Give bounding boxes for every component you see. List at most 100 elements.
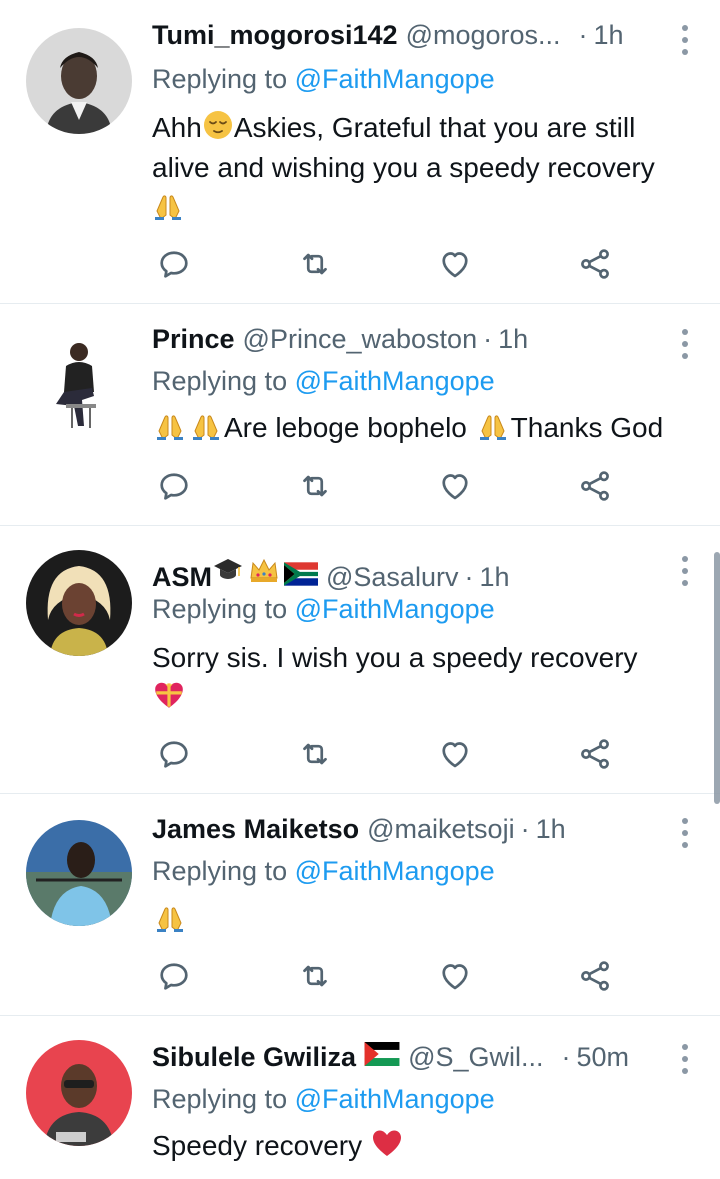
tweet-text-part: Are leboge bophelo [224,412,467,443]
avatar[interactable] [26,28,132,134]
separator-dot: · [464,562,474,590]
tweet-text: Ahh Askies, Grateful that you are still a… [152,108,692,228]
tweet-card[interactable]: ASM @Sasalurv · 1h Replying to @FaithMan… [0,526,720,794]
tweet-header: James Maiketso @maiketsoji · 1h [152,814,666,850]
tweet-actions [152,468,632,504]
tweet-text-part: Ahh [152,112,202,143]
replying-prefix: Replying to [152,856,288,886]
share-icon[interactable] [577,958,613,994]
tweet-text: Are leboge bophelo Thanks God [152,408,712,448]
retweet-icon[interactable] [297,958,333,994]
timestamp[interactable]: 50m [577,1042,630,1073]
tweet-card[interactable]: Sibulele Gwiliza @S_Gwil... · 50m Replyi… [0,1016,720,1179]
avatar[interactable] [26,326,132,432]
relieved-face-emoji [202,109,234,141]
separator-dot: · [483,324,493,354]
tweet-card[interactable]: Prince @Prince_waboston · 1h Replying to… [0,304,720,526]
user-handle[interactable]: @maiketsoji [367,814,514,845]
share-icon[interactable] [577,736,613,772]
tweet-header: Sibulele Gwiliza @S_Gwil... · 50m [152,1042,666,1078]
user-handle[interactable]: @Sasalurv [326,562,458,590]
share-icon[interactable] [577,246,613,282]
tweet-text-part: Sorry sis. I wish you a speedy recovery [152,642,638,673]
display-name[interactable]: Sibulele Gwiliza [152,1042,356,1073]
tweet-header: Tumi_mogorosi142 @mogoros... · 1h [152,20,666,56]
avatar-image [26,28,132,134]
timestamp[interactable]: 1h [479,562,509,590]
like-icon[interactable] [437,736,473,772]
tweet-actions [152,736,632,772]
tweet-card[interactable]: James Maiketso @maiketsoji · 1h Replying… [0,794,720,1016]
replying-prefix: Replying to [152,64,288,94]
display-name[interactable]: ASM [152,562,212,590]
folded-hands-emoji [152,901,188,933]
tweet-text: Speedy recovery [152,1126,692,1166]
replying-to: Replying to @FaithMangope [152,594,495,625]
graduation-cap-emoji [212,554,244,586]
user-handle[interactable]: @S_Gwil... [408,1042,543,1073]
replying-to: Replying to @FaithMangope [152,366,495,397]
more-options-icon[interactable] [680,329,690,359]
timestamp[interactable]: 1h [498,324,528,355]
mention-link[interactable]: @FaithMangope [295,856,495,886]
south-africa-flag-emoji [284,562,318,586]
mention-link[interactable]: @FaithMangope [295,594,495,624]
reply-icon[interactable] [156,736,192,772]
user-handle[interactable]: @mogoros... [406,20,561,51]
folded-hands-emoji [188,409,224,441]
reply-icon[interactable] [156,246,192,282]
avatar-image [26,550,132,656]
tweet-actions [152,246,632,282]
tweet-text-part: Speedy recovery [152,1130,363,1161]
more-options-icon[interactable] [680,556,690,586]
retweet-icon[interactable] [297,736,333,772]
timestamp[interactable]: 1h [594,20,624,51]
separator-dot: · [520,814,530,844]
tweet-text-part: Thanks God [510,412,664,443]
mention-link[interactable]: @FaithMangope [295,64,495,94]
tweet-header: Prince @Prince_waboston · 1h [152,324,666,360]
mention-link[interactable]: @FaithMangope [295,366,495,396]
more-options-icon[interactable] [680,818,690,848]
like-icon[interactable] [437,468,473,504]
separator-dot: · [561,1042,571,1072]
display-name[interactable]: James Maiketso [152,814,359,845]
avatar[interactable] [26,1040,132,1146]
tweet-text: Sorry sis. I wish you a speedy recovery [152,638,692,719]
tweet-actions [152,958,632,994]
separator-dot: · [578,20,588,50]
more-options-icon[interactable] [680,1044,690,1074]
avatar[interactable] [26,820,132,926]
heart-with-ribbon-emoji [152,678,186,712]
tweet-text [152,900,692,940]
replying-to: Replying to @FaithMangope [152,1084,495,1115]
palestine-flag-emoji [364,1042,400,1066]
tweet-header: ASM @Sasalurv · 1h [152,554,666,590]
avatar-image [26,326,132,432]
share-icon[interactable] [577,468,613,504]
retweet-icon[interactable] [297,246,333,282]
reply-icon[interactable] [156,468,192,504]
avatar[interactable] [26,550,132,656]
mention-link[interactable]: @FaithMangope [295,1084,495,1114]
avatar-image [26,820,132,926]
replying-prefix: Replying to [152,366,288,396]
more-options-icon[interactable] [680,25,690,55]
tweet-card[interactable]: Tumi_mogorosi142 @mogoros... · 1h Replyi… [0,0,720,304]
display-name[interactable]: Prince [152,324,235,355]
retweet-icon[interactable] [297,468,333,504]
replying-prefix: Replying to [152,1084,288,1114]
red-heart-emoji [370,1127,404,1159]
like-icon[interactable] [437,958,473,994]
reply-icon[interactable] [156,958,192,994]
avatar-image [26,1040,132,1146]
scrollbar-thumb[interactable] [714,552,720,804]
folded-hands-emoji [152,409,188,441]
replying-prefix: Replying to [152,594,288,624]
like-icon[interactable] [437,246,473,282]
replying-to: Replying to @FaithMangope [152,856,495,887]
folded-hands-emoji [475,409,511,441]
user-handle[interactable]: @Prince_waboston [243,324,478,355]
display-name[interactable]: Tumi_mogorosi142 [152,20,398,51]
timestamp[interactable]: 1h [536,814,566,845]
